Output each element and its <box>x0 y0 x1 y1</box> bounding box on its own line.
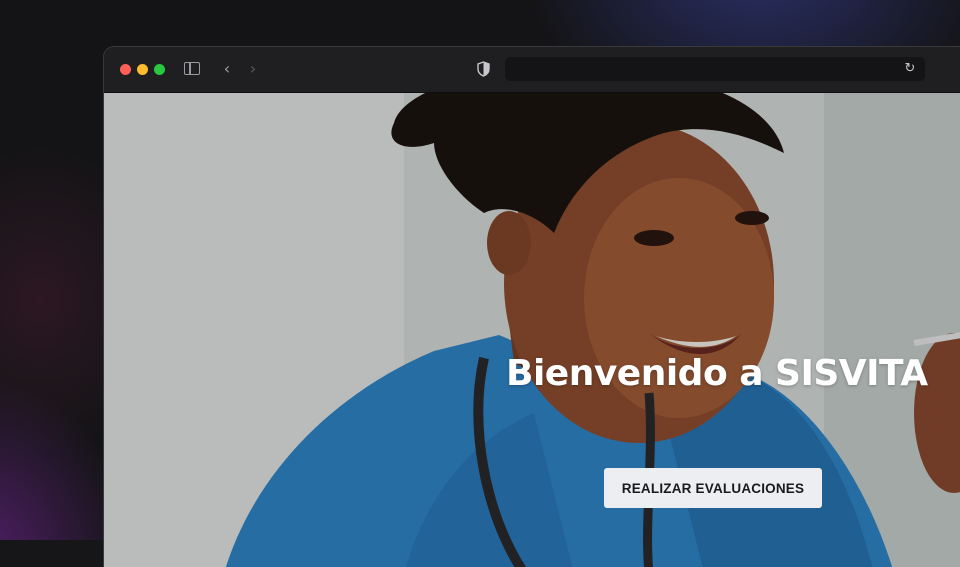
minimize-window-button[interactable] <box>137 64 148 75</box>
zoom-window-button[interactable] <box>154 64 165 75</box>
hero-overlay <box>104 93 960 567</box>
browser-toolbar: ‹ › ↻ <box>104 47 960 93</box>
close-window-button[interactable] <box>120 64 131 75</box>
realizar-evaluaciones-button[interactable]: REALIZAR EVALUACIONES <box>604 468 822 508</box>
address-bar[interactable]: ↻ <box>505 57 925 81</box>
browser-window: ‹ › ↻ Bienvenido a SISVITA REALIZAR EVAL… <box>104 47 960 567</box>
sidebar-icon[interactable] <box>184 62 200 75</box>
shield-icon[interactable] <box>477 61 490 77</box>
chevron-right-icon[interactable]: › <box>244 59 262 79</box>
hero-title: Bienvenido a SISVITA <box>506 353 928 394</box>
page-viewport: Bienvenido a SISVITA REALIZAR EVALUACION… <box>104 93 960 567</box>
chevron-left-icon[interactable]: ‹ <box>218 59 236 79</box>
reload-icon[interactable]: ↻ <box>901 59 919 79</box>
